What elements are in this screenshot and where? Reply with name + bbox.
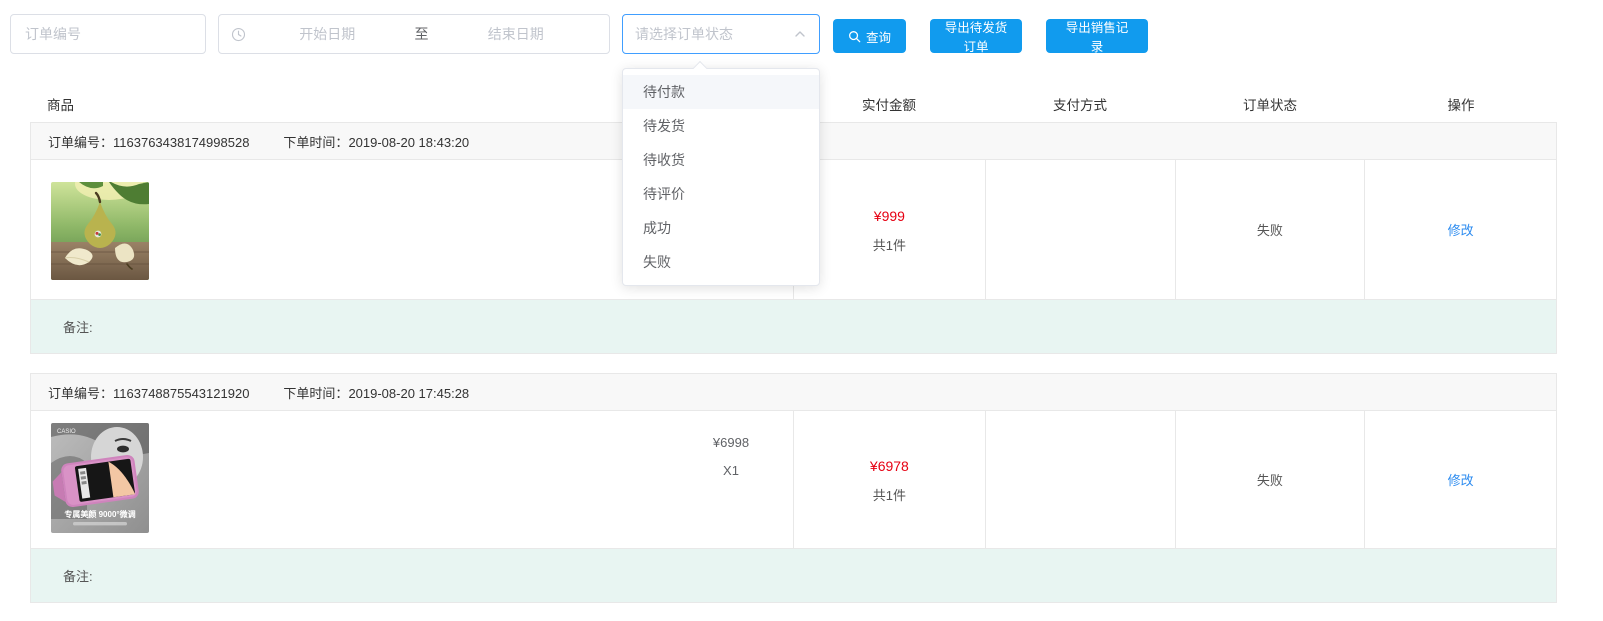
order-management-page: 开始日期 至 结束日期 请选择订单状态 查询 导出待发货订单 导出销售记录 商品… (0, 0, 1603, 621)
export-sales-records-button[interactable]: 导出销售记录 (1046, 19, 1148, 53)
action-cell: 修改 (1364, 411, 1556, 548)
order-number-input[interactable] (10, 14, 206, 54)
search-button[interactable]: 查询 (833, 19, 906, 53)
paid-amount: ¥999 (874, 205, 905, 227)
payment-method-cell (985, 411, 1175, 548)
dropdown-option-list: 待付款 待发货 待收货 待评价 成功 失败 (623, 75, 819, 279)
dropdown-option-success[interactable]: 成功 (623, 211, 819, 245)
dropdown-option-pending-payment[interactable]: 待付款 (623, 75, 819, 109)
clock-icon (231, 27, 246, 42)
order-row: CASIO (31, 411, 1556, 548)
date-range-separator: 至 (409, 24, 435, 44)
paid-amount: ¥6978 (870, 455, 909, 477)
order-status-dropdown: 待付款 待发货 待收货 待评价 成功 失败 (622, 68, 820, 286)
paid-amount-cell: ¥6978 共1件 (793, 411, 985, 548)
remark-row: 备注: (31, 299, 1556, 353)
item-count: 共1件 (873, 485, 906, 504)
remark-row: 备注: (31, 548, 1556, 602)
dropdown-option-pending-receipt[interactable]: 待收货 (623, 143, 819, 177)
unit-price: ¥6998 (671, 429, 791, 457)
order-status-cell: 失败 (1175, 411, 1365, 548)
chevron-up-icon (793, 27, 807, 41)
dropdown-option-failed[interactable]: 失败 (623, 245, 819, 279)
export-pending-orders-button[interactable]: 导出待发货订单 (930, 19, 1022, 53)
edit-link[interactable]: 修改 (1448, 220, 1474, 239)
order-header: 订单编号：1163748875543121920 下单时间：2019-08-20… (31, 374, 1556, 411)
search-button-label: 查询 (866, 27, 891, 46)
quantity: X1 (671, 457, 791, 485)
dropdown-option-pending-shipment[interactable]: 待发货 (623, 109, 819, 143)
order-number: 订单编号：1163763438174998528 (48, 132, 249, 151)
item-count: 共1件 (873, 235, 906, 254)
order-status-cell: 失败 (1175, 160, 1365, 299)
edit-link[interactable]: 修改 (1448, 470, 1474, 489)
header-payment-method: 支付方式 (985, 94, 1175, 114)
date-range-picker[interactable]: 开始日期 至 结束日期 (218, 14, 610, 54)
payment-method-cell (985, 160, 1175, 299)
product-image-pear (51, 182, 149, 280)
order-time: 下单时间：2019-08-20 18:43:20 (283, 132, 469, 151)
action-cell: 修改 (1364, 160, 1556, 299)
order-status-select[interactable]: 请选择订单状态 (622, 14, 820, 54)
header-order-status: 订单状态 (1175, 94, 1365, 114)
product-cell: CASIO (31, 411, 793, 548)
image-brand-text: CASIO (57, 429, 76, 435)
order-time: 下单时间：2019-08-20 17:45:28 (283, 383, 469, 402)
order-number: 订单编号：1163748875543121920 (48, 383, 249, 402)
image-caption-text: 专属美颜 9000°微调 (64, 509, 135, 519)
end-date-placeholder[interactable]: 结束日期 (435, 24, 598, 44)
order-status-placeholder: 请选择订单状态 (635, 24, 793, 44)
paid-amount-cell: ¥999 共1件 (793, 160, 985, 299)
order-block: 订单编号：1163748875543121920 下单时间：2019-08-20… (30, 373, 1557, 603)
dropdown-option-pending-review[interactable]: 待评价 (623, 177, 819, 211)
filter-bar: 开始日期 至 结束日期 请选择订单状态 查询 导出待发货订单 导出销售记录 (0, 0, 1603, 70)
header-action: 操作 (1365, 94, 1557, 114)
product-image-camera: CASIO (51, 423, 149, 533)
unit-price-quantity: ¥6998 X1 (671, 429, 791, 485)
start-date-placeholder[interactable]: 开始日期 (246, 24, 409, 44)
search-icon (848, 30, 861, 43)
header-paid-amount: 实付金额 (793, 94, 985, 114)
